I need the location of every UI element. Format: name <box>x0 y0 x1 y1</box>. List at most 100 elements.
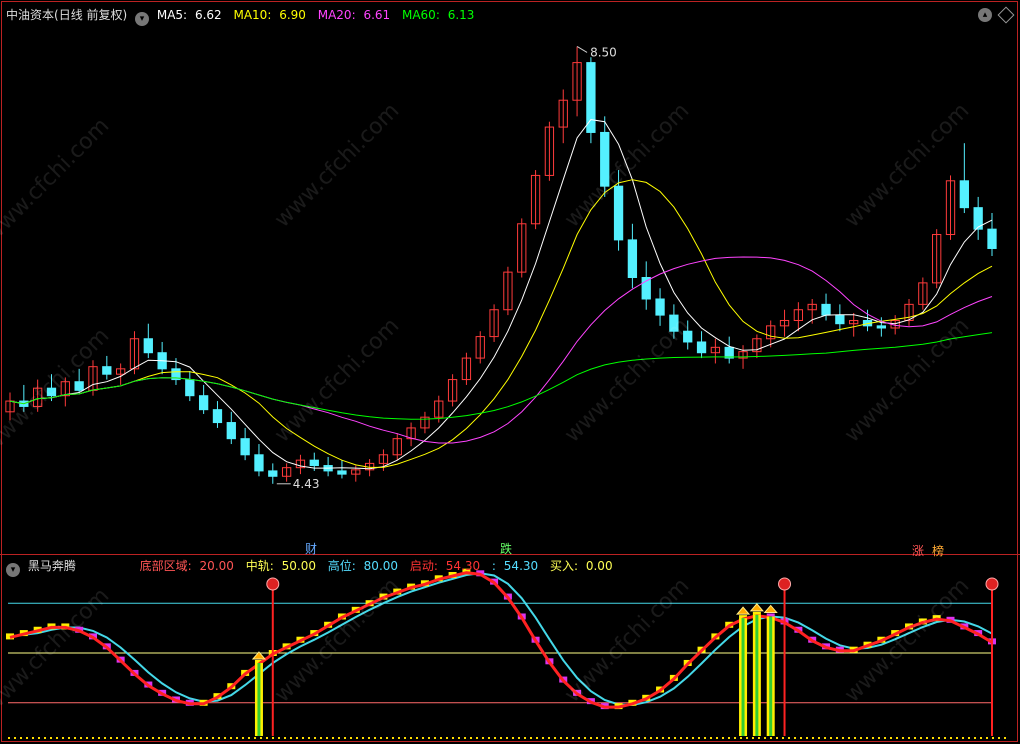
marker-finance[interactable]: 财 <box>305 540 317 557</box>
baseline-dot <box>920 737 922 739</box>
baseline-dot <box>824 737 826 739</box>
baseline-dot <box>638 737 640 739</box>
baseline-dot <box>878 737 880 739</box>
baseline-dot <box>32 737 34 739</box>
candle-body <box>268 470 278 477</box>
marker-drop[interactable]: 跌 <box>500 540 512 557</box>
chevron-down-icon[interactable]: ▾ <box>135 12 150 26</box>
param-start: 启动: 54.30 <box>409 559 481 573</box>
baseline-dot <box>830 737 832 739</box>
baseline-dot <box>296 737 298 739</box>
baseline-dot <box>758 737 760 739</box>
candle-body <box>143 338 153 354</box>
baseline-dot <box>542 737 544 739</box>
baseline-dot <box>620 737 622 739</box>
baseline-dot <box>74 737 76 739</box>
baseline-dot <box>404 737 406 739</box>
baseline-dot <box>266 737 268 739</box>
baseline-dot <box>374 737 376 739</box>
ma60-label: MA60: 6.13 <box>401 8 475 22</box>
marker-rise[interactable]: 涨 <box>912 542 924 559</box>
candle-body <box>185 379 195 397</box>
param-buy: 买入: 0.00 <box>549 559 613 573</box>
baseline-dot <box>248 737 250 739</box>
main-chart-header: 中油资本(日线 前复权) ▾ MA5: 6.62 MA10: 6.90 MA20… <box>6 6 482 26</box>
baseline-dot <box>842 737 844 739</box>
ma10-label: MA10: 6.90 <box>233 8 306 22</box>
baseline-dot <box>764 737 766 739</box>
baseline-dot <box>392 737 394 739</box>
baseline-dot <box>554 737 556 739</box>
baseline-dot <box>14 737 16 739</box>
baseline-dot <box>602 737 604 739</box>
baseline-dot <box>458 737 460 739</box>
baseline-dot <box>86 737 88 739</box>
baseline-dot <box>608 737 610 739</box>
chevron-down-icon[interactable]: ▾ <box>6 563 20 577</box>
candle-body <box>586 62 596 133</box>
baseline-dot <box>104 737 106 739</box>
baseline-dot <box>482 737 484 739</box>
baseline-dot <box>20 737 22 739</box>
baseline-dot <box>704 737 706 739</box>
ma60-line <box>9 332 993 420</box>
baseline-dot <box>836 737 838 739</box>
stock-name: 中油资本 <box>6 8 55 22</box>
baseline-dot <box>470 737 472 739</box>
baseline-dot <box>116 737 118 739</box>
marker-list[interactable]: 榜 <box>932 542 944 559</box>
baseline-dot <box>962 737 964 739</box>
candle-body <box>254 454 264 472</box>
baseline-dot <box>632 737 634 739</box>
candle-body <box>226 422 236 440</box>
baseline-dot <box>860 737 862 739</box>
baseline-dot <box>908 737 910 739</box>
baseline-dot <box>884 737 886 739</box>
baseline-dot <box>38 737 40 739</box>
baseline-dot <box>158 737 160 739</box>
baseline-dot <box>242 737 244 739</box>
baseline-dot <box>200 737 202 739</box>
baseline-dot <box>950 737 952 739</box>
baseline-dot <box>122 737 124 739</box>
baseline-dot <box>992 737 994 739</box>
baseline-dot <box>68 737 70 739</box>
baseline-dot <box>512 737 514 739</box>
param-unnamed: : 54.30 <box>491 559 539 573</box>
chart-canvas: 8.50 4.43 <box>0 1 1020 742</box>
baseline-dot <box>578 737 580 739</box>
ma5-label: MA5: 6.62 <box>156 8 222 22</box>
baseline-dot <box>422 737 424 739</box>
alert-icon <box>985 577 999 591</box>
baseline-dot <box>794 737 796 739</box>
baseline-dot <box>614 737 616 739</box>
baseline-dot <box>344 737 346 739</box>
baseline-dot <box>650 737 652 739</box>
baseline-dot <box>668 737 670 739</box>
baseline-dot <box>434 737 436 739</box>
indicator-title[interactable]: 黑马奔腾 <box>28 559 76 573</box>
baseline-dot <box>626 737 628 739</box>
baseline-dot <box>518 737 520 739</box>
baseline-dot <box>782 737 784 739</box>
baseline-dot <box>176 737 178 739</box>
baseline-dot <box>8 737 10 739</box>
baseline-dot <box>590 737 592 739</box>
baseline-dot <box>596 737 598 739</box>
baseline-dot <box>278 737 280 739</box>
low-price-label: 4.43 <box>293 477 320 491</box>
baseline-dot <box>146 737 148 739</box>
baseline-dot <box>548 737 550 739</box>
baseline-dot <box>314 737 316 739</box>
baseline-dot <box>968 737 970 739</box>
baseline-dot <box>44 737 46 739</box>
baseline-dot <box>1004 737 1006 739</box>
candle-body <box>959 180 969 209</box>
collapse-icon[interactable]: ▴ <box>978 8 992 22</box>
baseline-dot <box>506 737 508 739</box>
baseline-dot <box>50 737 52 739</box>
baseline-dot <box>110 737 112 739</box>
baseline-dot <box>170 737 172 739</box>
period-mode[interactable]: (日线 前复权) <box>54 8 127 22</box>
baseline-dot <box>230 737 232 739</box>
